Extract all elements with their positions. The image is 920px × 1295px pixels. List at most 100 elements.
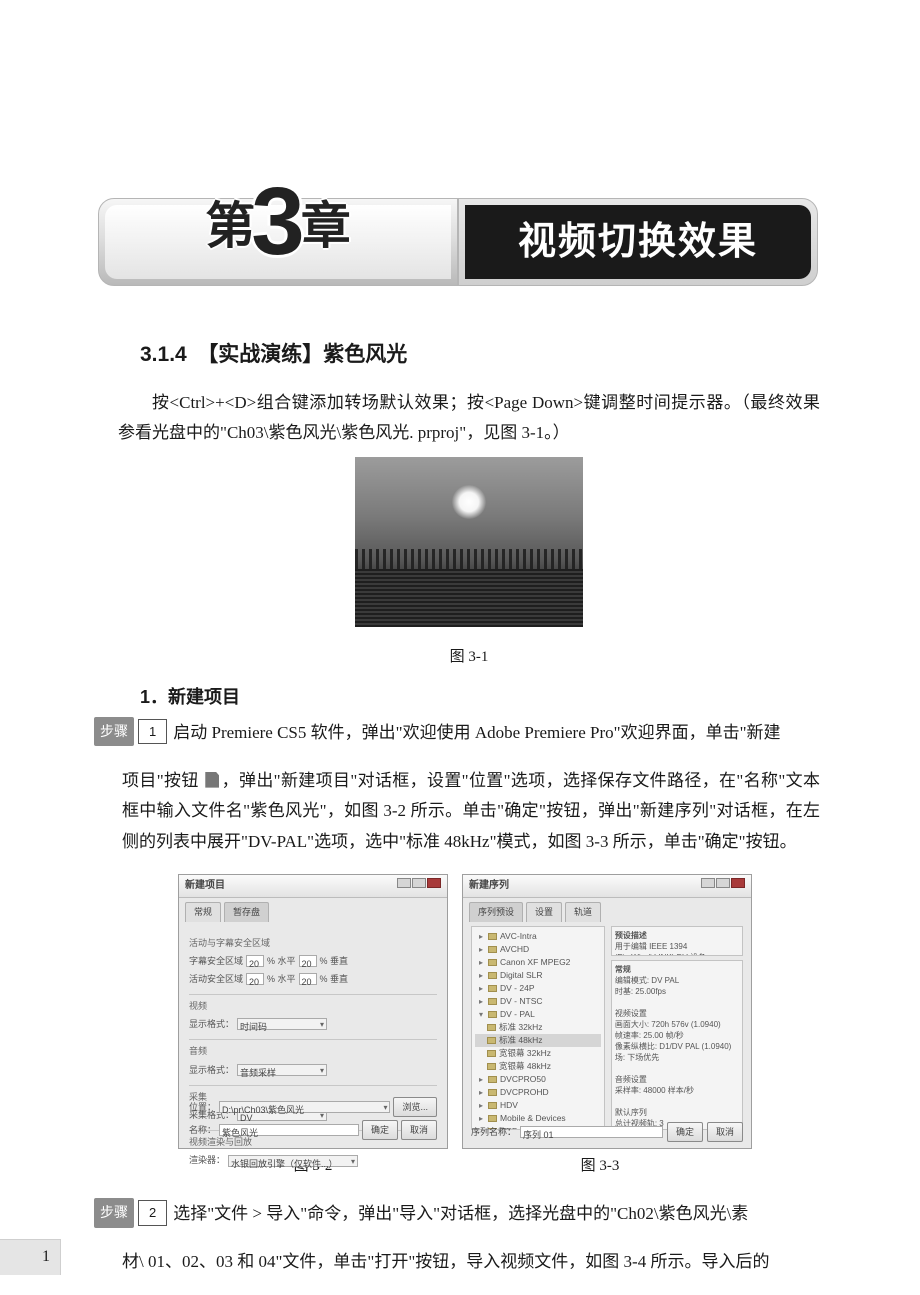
folder-icon bbox=[488, 998, 497, 1005]
figure-3-1-caption: 图 3-1 bbox=[118, 644, 820, 671]
browse-button[interactable]: 浏览... bbox=[393, 1097, 437, 1117]
sequence-name-input[interactable]: 序列 01 bbox=[520, 1126, 663, 1138]
dialog-titlebar: 新建序列 bbox=[463, 875, 751, 898]
ok-button[interactable]: 确定 bbox=[667, 1122, 703, 1142]
tree-item-label: DVCPRO50 bbox=[500, 1073, 546, 1086]
folder-icon bbox=[487, 1024, 496, 1031]
tab-tracks[interactable]: 轨道 bbox=[565, 902, 601, 921]
audio-format-label: 显示格式： bbox=[189, 1062, 234, 1078]
folder-icon bbox=[487, 1037, 496, 1044]
close-icon[interactable] bbox=[427, 878, 441, 888]
maximize-icon[interactable] bbox=[412, 878, 426, 888]
tree-item[interactable]: AVC-Intra bbox=[475, 930, 601, 943]
group-video: 视频 bbox=[189, 998, 437, 1014]
action-safe-label: 活动安全区域 bbox=[189, 971, 243, 987]
tree-item[interactable]: DVCPROHD bbox=[475, 1086, 601, 1099]
figure-3-3-dialog-new-sequence: 新建序列 序列预设 设置 轨道 AVC-IntraAVCHDCanon XF M… bbox=[462, 874, 752, 1149]
folder-icon bbox=[488, 972, 497, 979]
folder-icon bbox=[488, 959, 497, 966]
group-audio: 音频 bbox=[189, 1043, 437, 1059]
window-buttons bbox=[700, 877, 745, 895]
chapter-banner: 第 3 章 视频切换效果 bbox=[98, 198, 818, 286]
title-safe-v-input[interactable]: 20 bbox=[299, 955, 317, 967]
section-heading-314: 3.1.4 【实战演练】紫色风光 bbox=[140, 336, 820, 374]
preset-description-box: 预设描述 用于编辑 IEEE 1394 (FireWire/i.LINK) DV… bbox=[611, 926, 743, 956]
tree-item-label: AVCHD bbox=[500, 943, 529, 956]
preset-general-box: 常规 编辑模式: DV PAL 时基: 25.00fps 视频设置 画面大小: … bbox=[611, 960, 743, 1130]
tree-item[interactable]: HDV bbox=[475, 1099, 601, 1112]
group-safe-areas: 活动与字幕安全区域 bbox=[189, 935, 437, 951]
title-safe-h-input[interactable]: 20 bbox=[246, 955, 264, 967]
folder-icon bbox=[488, 1115, 497, 1122]
folder-icon bbox=[487, 1050, 496, 1057]
pct-v-2: % 垂直 bbox=[320, 971, 349, 987]
project-name-input[interactable]: 紫色风光 bbox=[219, 1124, 359, 1136]
action-safe-h-input[interactable]: 20 bbox=[246, 973, 264, 985]
step-number: 1 bbox=[138, 719, 167, 744]
tab-scratch-disks[interactable]: 暂存盘 bbox=[224, 902, 269, 921]
subheading-new-project: 1．新建项目 bbox=[140, 681, 820, 713]
tab-general[interactable]: 常规 bbox=[185, 902, 221, 921]
folder-icon bbox=[488, 1011, 497, 1018]
pct-v-1: % 垂直 bbox=[320, 953, 349, 969]
tree-item-label: DV - PAL bbox=[500, 1008, 535, 1021]
location-label: 位置： bbox=[189, 1099, 216, 1115]
ok-button[interactable]: 确定 bbox=[362, 1120, 398, 1140]
renderer-dropdown[interactable]: 水银回放引擎（仅软件...） bbox=[228, 1155, 358, 1167]
banner-right-panel: 视频切换效果 bbox=[458, 198, 818, 286]
tree-item[interactable]: 宽银幕 32kHz bbox=[475, 1047, 601, 1060]
figure-3-2-dialog-new-project: 新建项目 常规 暂存盘 活动与字幕安全区域 字幕安全区域 20 bbox=[178, 874, 448, 1149]
maximize-icon[interactable] bbox=[716, 878, 730, 888]
tree-item-label: Digital SLR bbox=[500, 969, 543, 982]
tree-item[interactable]: 宽银幕 48kHz bbox=[475, 1060, 601, 1073]
step-2-block: 步骤2选择"文件 > 导入"命令，弹出"导入"对话框，选择光盘中的"Ch02\紫… bbox=[94, 1198, 820, 1277]
location-dropdown[interactable]: D:\pr\Ch03\紫色风光 bbox=[219, 1101, 390, 1113]
step1-text-a: 启动 Premiere CS5 软件，弹出"欢迎使用 Adobe Premier… bbox=[173, 723, 780, 742]
step1-text-c: ，弹出"新建项目"对话框，设置"位置"选项，选择保存文件路径，在"名称"文本框中… bbox=[122, 771, 820, 851]
step-badge: 步骤 bbox=[94, 717, 134, 746]
dialog-title-text: 新建序列 bbox=[469, 877, 509, 895]
cancel-button[interactable]: 取消 bbox=[707, 1122, 743, 1142]
cancel-button[interactable]: 取消 bbox=[401, 1120, 437, 1140]
preset-general-label: 常规 bbox=[615, 964, 739, 975]
step-badge: 步骤 bbox=[94, 1198, 134, 1227]
step-1-block: 步骤1 启动 Premiere CS5 软件，弹出"欢迎使用 Adobe Prem… bbox=[94, 717, 820, 857]
close-icon[interactable] bbox=[731, 878, 745, 888]
tree-item[interactable]: 标准 32kHz bbox=[475, 1021, 601, 1034]
folder-icon bbox=[488, 985, 497, 992]
tree-item-label: 标准 32kHz bbox=[499, 1021, 542, 1034]
tree-item-label: 宽银幕 32kHz bbox=[499, 1047, 551, 1060]
minimize-icon[interactable] bbox=[397, 878, 411, 888]
minimize-icon[interactable] bbox=[701, 878, 715, 888]
step-number: 2 bbox=[138, 1200, 167, 1225]
renderer-label: 渲染器： bbox=[189, 1152, 225, 1168]
audio-format-dropdown[interactable]: 音频采样 bbox=[237, 1064, 327, 1076]
preset-general-text: 编辑模式: DV PAL 时基: 25.00fps 视频设置 画面大小: 720… bbox=[615, 975, 739, 1130]
folder-icon bbox=[488, 1076, 497, 1083]
sequence-name-label: 序列名称： bbox=[471, 1124, 516, 1140]
tree-item[interactable]: Canon XF MPEG2 bbox=[475, 956, 601, 969]
tree-item[interactable]: DVCPRO50 bbox=[475, 1073, 601, 1086]
preset-description-label: 预设描述 bbox=[615, 930, 739, 941]
title-safe-label: 字幕安全区域 bbox=[189, 953, 243, 969]
tree-item[interactable]: DV - NTSC bbox=[475, 995, 601, 1008]
tab-sequence-presets[interactable]: 序列预设 bbox=[469, 902, 523, 921]
new-project-icon bbox=[205, 772, 219, 788]
tree-item[interactable]: DV - PAL bbox=[475, 1008, 601, 1021]
preset-tree[interactable]: AVC-IntraAVCHDCanon XF MPEG2Digital SLRD… bbox=[471, 926, 605, 1130]
video-format-dropdown[interactable]: 时间码 bbox=[237, 1018, 327, 1030]
tree-item[interactable]: 标准 48kHz bbox=[475, 1034, 601, 1047]
step2-text-b: 材\ 01、02、03 和 04"文件，单击"打开"按钮，导入视频文件，如图 3… bbox=[122, 1252, 769, 1271]
page-number: 1 bbox=[0, 1239, 61, 1275]
tree-item[interactable]: AVCHD bbox=[475, 943, 601, 956]
tab-settings[interactable]: 设置 bbox=[526, 902, 562, 921]
folder-icon bbox=[488, 1102, 497, 1109]
tree-item-label: DV - 24P bbox=[500, 982, 535, 995]
tree-item[interactable]: Digital SLR bbox=[475, 969, 601, 982]
figure-3-3-caption: 图 3-3 bbox=[448, 1153, 752, 1180]
pct-h-1: % 水平 bbox=[267, 953, 296, 969]
section-314-paragraph: 按<Ctrl>+<D>组合键添加转场默认效果；按<Page Down>键调整时间… bbox=[118, 388, 820, 449]
action-safe-v-input[interactable]: 20 bbox=[299, 973, 317, 985]
folder-icon bbox=[487, 1063, 496, 1070]
tree-item[interactable]: DV - 24P bbox=[475, 982, 601, 995]
